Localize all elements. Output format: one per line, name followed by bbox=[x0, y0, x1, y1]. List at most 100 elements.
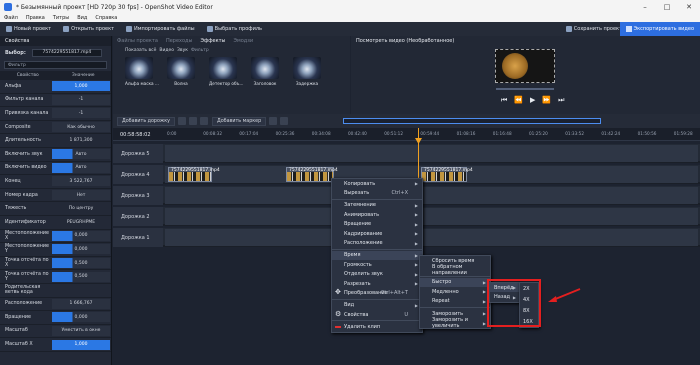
effect-item[interactable]: Задержка bbox=[293, 57, 321, 86]
filter-show-all[interactable]: Показать всё bbox=[125, 48, 156, 53]
menu-help[interactable]: Справка bbox=[91, 15, 121, 21]
property-row[interactable]: Идентификатор PEUGRHPME bbox=[0, 216, 111, 230]
property-row[interactable]: Местоположение Y 0,000 bbox=[0, 243, 111, 257]
menu-edit[interactable]: Правка bbox=[22, 15, 49, 21]
property-value[interactable]: По центру bbox=[52, 204, 110, 214]
property-value[interactable]: 1 871,300 bbox=[52, 136, 110, 146]
save-project-button[interactable]: Сохранить проект bbox=[560, 22, 628, 36]
add-track-button[interactable]: Добавить дорожку bbox=[117, 116, 175, 126]
menu-item[interactable]: В обратном направлении bbox=[420, 264, 490, 276]
menu-item[interactable]: Копировать ▶ bbox=[332, 179, 422, 188]
property-row[interactable]: Длительность 1 871,300 bbox=[0, 134, 111, 148]
maximize-button[interactable]: □ bbox=[656, 3, 678, 11]
property-row[interactable]: Точка отсчёта по X 0,500 bbox=[0, 257, 111, 271]
snapping-icon[interactable] bbox=[177, 117, 186, 125]
property-row[interactable]: Включить видео Авто bbox=[0, 162, 111, 176]
menu-item[interactable]: Время ▶ bbox=[332, 250, 422, 261]
menu-item[interactable]: Медленно ▶ bbox=[420, 287, 490, 296]
property-row[interactable]: Включить звук Авто bbox=[0, 148, 111, 162]
property-value[interactable]: Нет bbox=[52, 190, 110, 201]
property-value[interactable]: 0,500 bbox=[52, 271, 110, 282]
filter-audio[interactable]: Звук bbox=[177, 48, 188, 53]
menu-item[interactable]: Вращение ▶ bbox=[332, 220, 422, 229]
track-header[interactable]: Дорожка 4 bbox=[113, 165, 163, 184]
jump-end-icon[interactable]: ⏭ bbox=[558, 96, 564, 105]
track-lane[interactable] bbox=[165, 187, 698, 204]
property-value[interactable]: 1,000 bbox=[52, 339, 110, 350]
fast-forward-icon[interactable]: ⏩ bbox=[542, 96, 551, 105]
next-marker-icon[interactable] bbox=[280, 117, 289, 125]
menu-view[interactable]: Вид bbox=[73, 15, 91, 21]
export-video-button[interactable]: Экспортировать видео bbox=[619, 22, 700, 36]
menu-titles[interactable]: Титры bbox=[49, 15, 73, 21]
track-header[interactable]: Дорожка 3 bbox=[113, 186, 163, 205]
menu-item[interactable]: Быстро ▶ bbox=[420, 277, 490, 288]
property-row[interactable]: Конец 3 522,767 bbox=[0, 175, 111, 189]
menu-item[interactable]: ✥ Преобразование Ctrl+Alt+T bbox=[332, 288, 422, 297]
track-lane[interactable] bbox=[165, 145, 698, 162]
tab-effects[interactable]: Эффекты bbox=[196, 38, 229, 44]
menu-file[interactable]: Файл bbox=[0, 15, 22, 21]
properties-filter-input[interactable]: Фильтр bbox=[4, 61, 107, 69]
open-project-button[interactable]: Открыть проект bbox=[57, 22, 120, 36]
property-value[interactable]: 0,000 bbox=[52, 312, 110, 323]
menu-item[interactable]: Расположение ▶ bbox=[332, 238, 422, 247]
tab-emoji[interactable]: Эмодзи bbox=[229, 38, 257, 44]
import-files-button[interactable]: Импортировать файлы bbox=[120, 22, 201, 36]
property-row[interactable]: Привязка канала -1 bbox=[0, 107, 111, 121]
clip-selector[interactable]: 7574229551817.mp4 bbox=[31, 48, 102, 57]
property-value[interactable]: 0,000 bbox=[52, 230, 110, 241]
menu-item[interactable]: Repeat ▶ bbox=[420, 297, 490, 306]
property-row[interactable]: Номер кадра Нет bbox=[0, 189, 111, 203]
property-value[interactable]: PEUGRHPME bbox=[52, 217, 110, 227]
property-row[interactable]: Composite Как обычно bbox=[0, 121, 111, 135]
property-value[interactable]: Авто bbox=[52, 162, 110, 173]
effect-item[interactable]: Заголовок bbox=[251, 57, 279, 86]
timeline-overview-scrollbar[interactable] bbox=[343, 118, 601, 124]
menu-item[interactable]: Разрезать ▶ bbox=[332, 279, 422, 288]
property-value[interactable]: -1 bbox=[52, 108, 110, 119]
menu-item[interactable]: Заморозить и увеличить ▶ bbox=[420, 317, 490, 329]
track-header[interactable]: Дорожка 1 bbox=[113, 228, 163, 247]
effect-item[interactable]: Волна bbox=[167, 57, 195, 86]
effect-item[interactable]: Альфа маска ... bbox=[125, 57, 159, 86]
tab-transitions[interactable]: Переходы bbox=[162, 38, 197, 44]
menu-item[interactable]: Громкость ▶ bbox=[332, 260, 422, 269]
timeline-clip[interactable]: 7574229551817.mp4 bbox=[286, 167, 338, 182]
property-value[interactable] bbox=[52, 285, 110, 295]
filter-video[interactable]: Видео bbox=[159, 48, 174, 53]
choose-profile-button[interactable]: Выбрать профиль bbox=[201, 22, 268, 36]
add-marker-button[interactable]: Добавить маркер bbox=[211, 116, 267, 126]
menu-item[interactable]: ⚙ Свойства U bbox=[332, 310, 422, 319]
property-value[interactable]: Как обычно bbox=[52, 122, 110, 133]
property-row[interactable]: Масштаб X 1,000 bbox=[0, 338, 111, 352]
menu-item[interactable]: Удалить клип bbox=[332, 322, 422, 331]
property-row[interactable]: Вращение 0,000 bbox=[0, 311, 111, 325]
property-row[interactable]: Альфа 1,000 bbox=[0, 80, 111, 94]
property-row[interactable]: Фильтр канала -1 bbox=[0, 94, 111, 108]
prev-marker-icon[interactable] bbox=[269, 117, 278, 125]
preview-seek-slider[interactable] bbox=[496, 88, 554, 90]
property-value[interactable]: 0,000 bbox=[52, 244, 110, 255]
play-icon[interactable]: ▶ bbox=[530, 96, 535, 105]
menu-item[interactable]: Вырезать Ctrl+X bbox=[332, 188, 422, 197]
menu-item[interactable]: Вид ▶ bbox=[332, 301, 422, 310]
close-button[interactable]: ✕ bbox=[678, 3, 700, 11]
property-value[interactable]: -1 bbox=[52, 94, 110, 105]
minimize-button[interactable]: – bbox=[634, 3, 656, 11]
track-header[interactable]: Дорожка 5 bbox=[113, 144, 163, 163]
timeline-clip[interactable]: 7574229551817.mp4 bbox=[421, 167, 473, 182]
property-value[interactable]: 3 522,767 bbox=[52, 176, 110, 187]
effects-filter-input[interactable]: Фильтр bbox=[191, 48, 209, 53]
menu-item[interactable]: Кадрирование ▶ bbox=[332, 229, 422, 238]
tab-project-files[interactable]: Файлы проекта bbox=[113, 38, 162, 44]
property-value[interactable]: 1 666,767 bbox=[52, 298, 110, 309]
property-row[interactable]: Родительская ветвь кода bbox=[0, 284, 111, 298]
property-value[interactable]: 0,500 bbox=[52, 258, 110, 269]
new-project-button[interactable]: Новый проект bbox=[0, 22, 57, 36]
track-lane[interactable] bbox=[165, 208, 698, 225]
property-row[interactable]: Масштаб Уместить в окне bbox=[0, 325, 111, 339]
property-value[interactable]: 1,000 bbox=[52, 81, 110, 92]
track-header[interactable]: Дорожка 2 bbox=[113, 207, 163, 226]
timeline-clip[interactable]: 7574229551817.mp4 bbox=[168, 167, 220, 182]
